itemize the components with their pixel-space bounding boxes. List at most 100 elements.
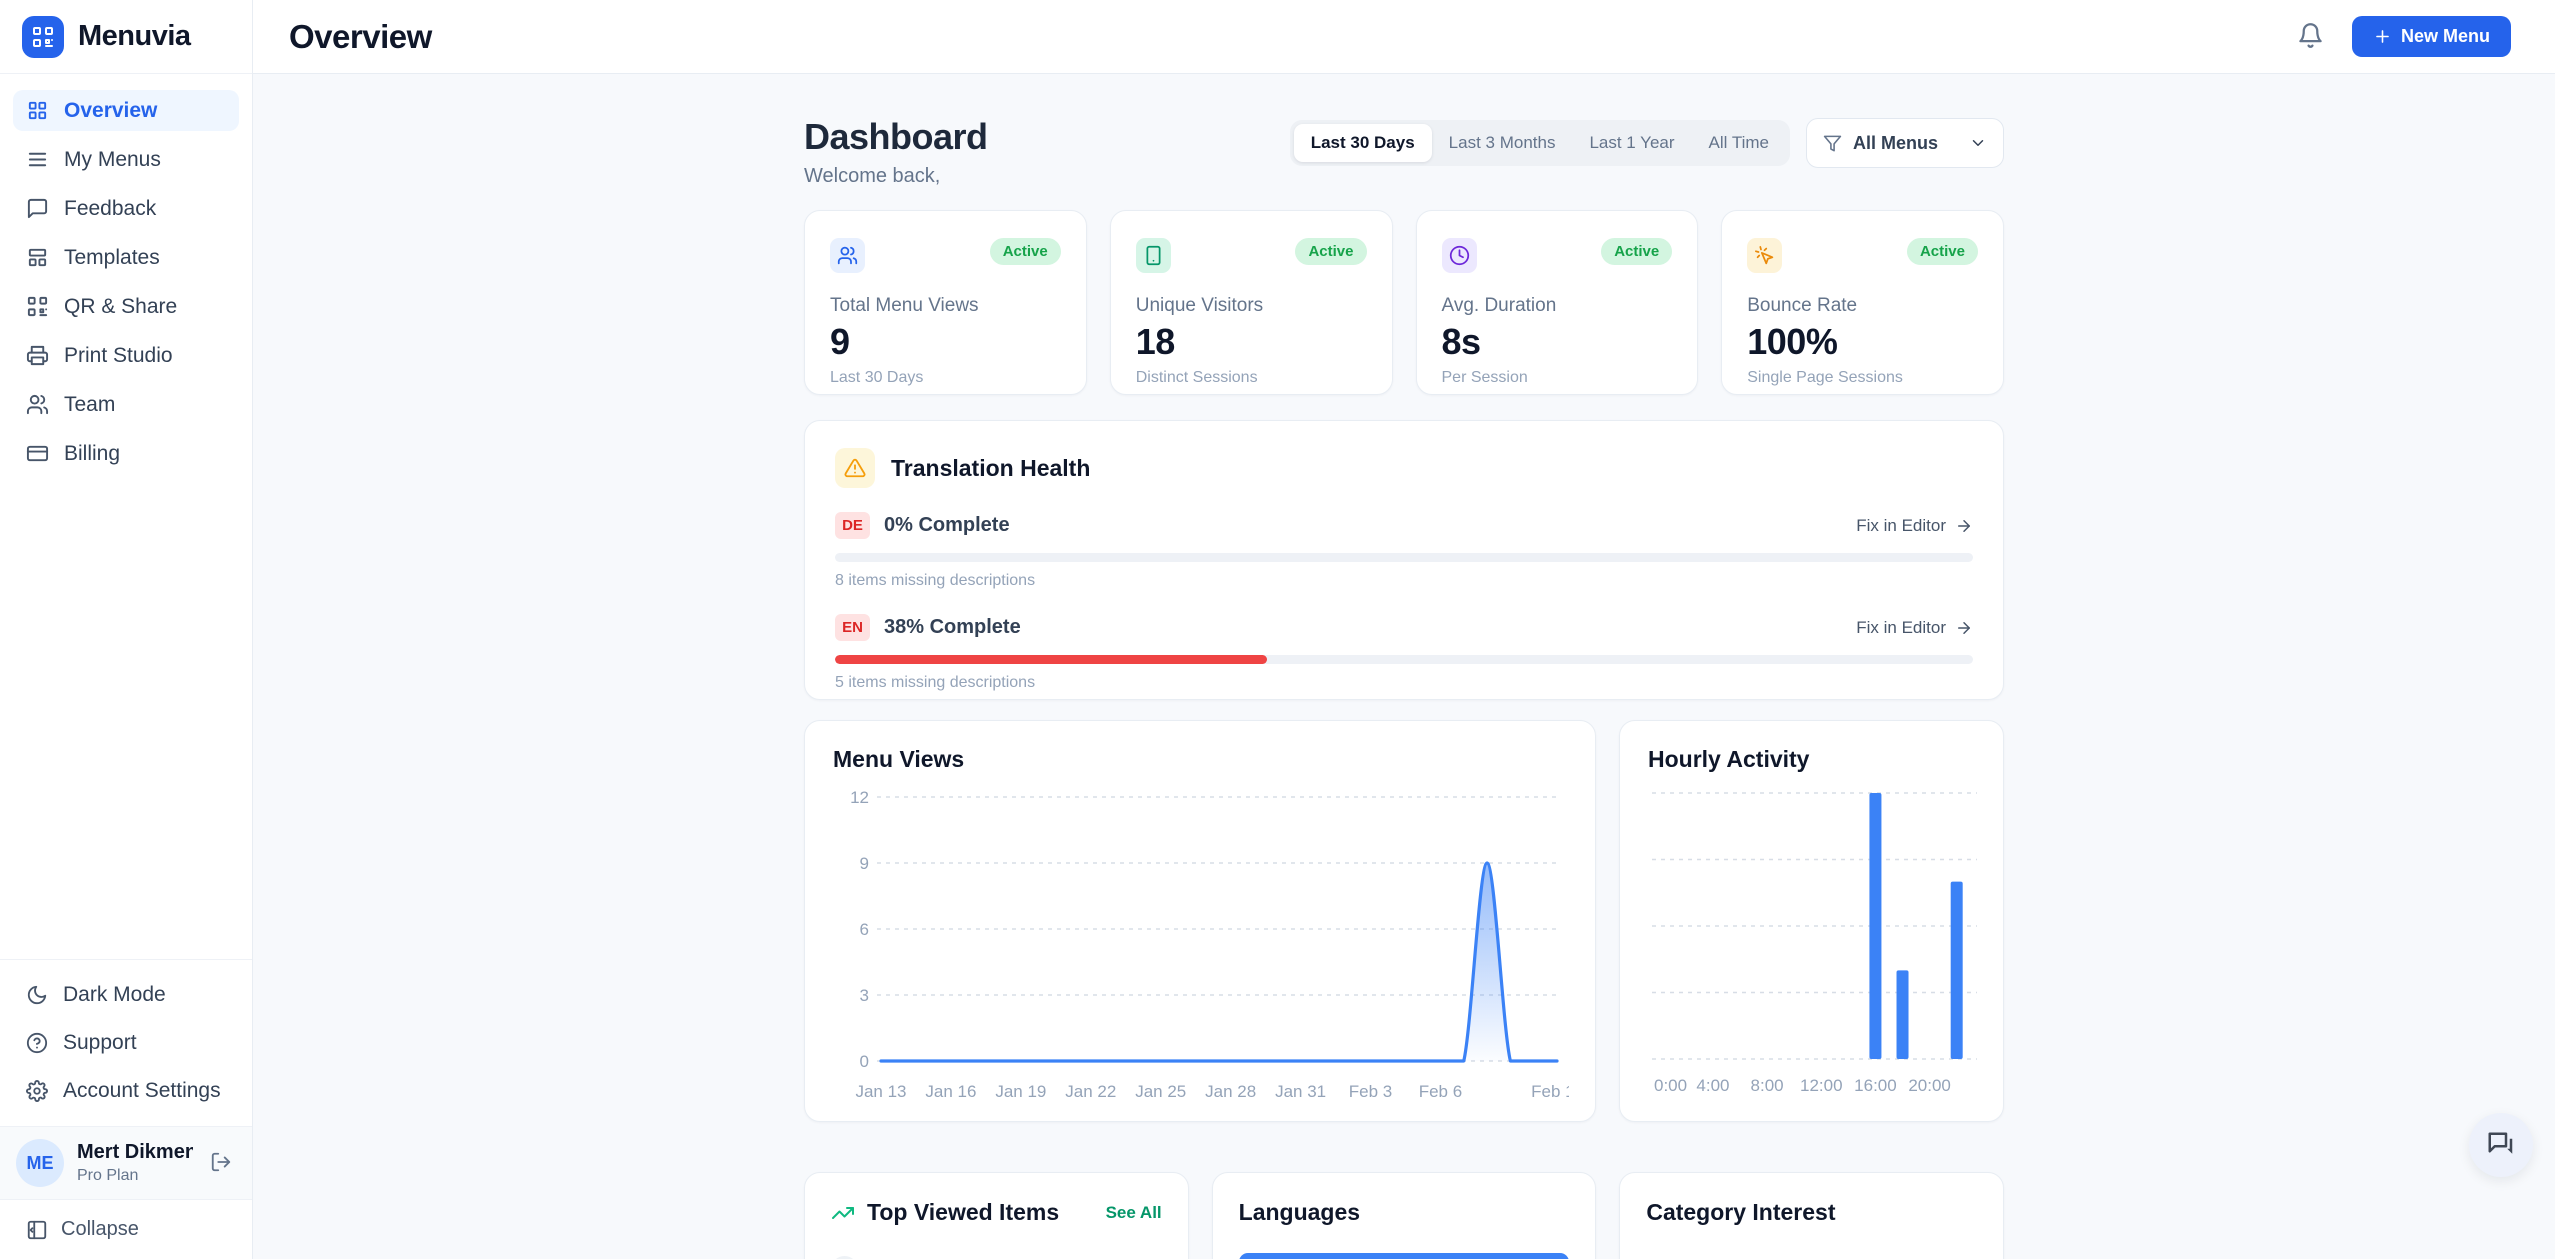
logout-icon <box>210 1151 232 1173</box>
svg-text:3: 3 <box>860 986 869 1005</box>
sidebar-item-overview[interactable]: Overview <box>13 90 239 131</box>
status-badge: Active <box>1907 238 1978 265</box>
credit-card-icon <box>26 442 49 465</box>
qr-logo-icon <box>31 25 55 49</box>
new-menu-label: New Menu <box>2401 26 2490 47</box>
collapse-sidebar-button[interactable]: Collapse <box>0 1200 252 1259</box>
page-title: Dashboard <box>804 116 988 158</box>
printer-icon <box>26 344 49 367</box>
dashboard-head: Dashboard Welcome back, Last 30 Days Las… <box>804 116 2004 188</box>
fix-link-label: Fix in Editor <box>1856 618 1946 638</box>
topbar-actions: New Menu <box>2297 16 2511 57</box>
bottom-row: Top Viewed Items See All 1 Latte 5 views… <box>804 1172 2004 1259</box>
stat-label: Bounce Rate <box>1747 295 1978 317</box>
sidebar-item-print-studio[interactable]: Print Studio <box>13 335 239 376</box>
brand-header: Menuvia <box>0 0 252 74</box>
sidebar-item-templates[interactable]: Templates <box>13 237 239 278</box>
filter-last-1-year[interactable]: Last 1 Year <box>1572 124 1691 162</box>
sidebar-item-label: Templates <box>64 246 160 270</box>
top-viewed-items-card: Top Viewed Items See All 1 Latte 5 views <box>804 1172 1189 1259</box>
chat-bubble-icon <box>26 197 49 220</box>
plus-icon <box>2373 27 2392 46</box>
users-icon <box>830 238 865 273</box>
svg-text:0:00: 0:00 <box>1654 1076 1687 1095</box>
stat-card-avg-duration: Active Avg. Duration 8s Per Session <box>1416 210 1699 395</box>
menu-list-icon <box>26 148 49 171</box>
menu-views-chart: 036912Jan 13Jan 16Jan 19Jan 22Jan 25Jan … <box>833 781 1569 1113</box>
stat-value: 18 <box>1136 321 1367 363</box>
filter-funnel-icon <box>1823 134 1842 153</box>
sidebar-item-my-menus[interactable]: My Menus <box>13 139 239 180</box>
arrow-right-icon <box>1955 517 1973 535</box>
help-circle-icon <box>26 1032 48 1054</box>
filter-all-time[interactable]: All Time <box>1692 124 1786 162</box>
see-all-link[interactable]: See All <box>1106 1203 1162 1223</box>
fix-in-editor-link[interactable]: Fix in Editor <box>1856 516 1973 536</box>
svg-text:4:00: 4:00 <box>1696 1076 1729 1095</box>
sidebar-utilities: Dark Mode Support Account Settings <box>0 959 252 1126</box>
fix-link-label: Fix in Editor <box>1856 516 1946 536</box>
menu-filter-select[interactable]: All Menus <box>1806 118 2004 168</box>
language-bar-de: DE 3 <box>1239 1253 1570 1259</box>
status-badge: Active <box>1295 238 1366 265</box>
stat-value: 9 <box>830 321 1061 363</box>
sidebar-item-label: Print Studio <box>64 344 173 368</box>
sidebar-item-team[interactable]: Team <box>13 384 239 425</box>
sidebar-item-billing[interactable]: Billing <box>13 433 239 474</box>
time-range-segmented-control: Last 30 Days Last 3 Months Last 1 Year A… <box>1290 120 1790 166</box>
progress-bar-de <box>835 553 1973 562</box>
account-settings-link[interactable]: Account Settings <box>13 1070 239 1112</box>
brand-name: Menuvia <box>78 20 191 53</box>
fix-in-editor-link[interactable]: Fix in Editor <box>1856 618 1973 638</box>
translation-note: 5 items missing descriptions <box>835 674 1973 692</box>
languages-card: Languages DE 3 <box>1212 1172 1597 1259</box>
stat-label: Unique Visitors <box>1136 295 1367 317</box>
new-menu-button[interactable]: New Menu <box>2352 16 2511 57</box>
warning-icon <box>835 448 875 488</box>
smartphone-icon <box>1136 238 1171 273</box>
translation-status: 0% Complete <box>884 514 1010 537</box>
svg-text:20:00: 20:00 <box>1908 1076 1951 1095</box>
sidebar-item-qr-share[interactable]: QR & Share <box>13 286 239 327</box>
svg-text:6: 6 <box>860 920 869 939</box>
filter-last-3-months[interactable]: Last 3 Months <box>1432 124 1573 162</box>
user-plan: Pro Plan <box>77 1167 193 1185</box>
svg-text:12:00: 12:00 <box>1800 1076 1843 1095</box>
languages-title: Languages <box>1239 1199 1360 1226</box>
dashboard-controls: Last 30 Days Last 3 Months Last 1 Year A… <box>1290 118 2004 168</box>
panel-collapse-icon <box>26 1219 48 1241</box>
svg-text:9: 9 <box>860 854 869 873</box>
arrow-right-icon <box>1955 619 1973 637</box>
progress-fill <box>835 655 1267 664</box>
main-area: Overview New Menu Dashboard Welcome back… <box>253 0 2555 1259</box>
sidebar-item-feedback[interactable]: Feedback <box>13 188 239 229</box>
chat-double-icon <box>2486 1130 2516 1160</box>
svg-text:Feb 6: Feb 6 <box>1419 1082 1462 1101</box>
template-icon <box>26 246 49 269</box>
sidebar-item-label: Billing <box>64 442 120 466</box>
svg-text:Jan 31: Jan 31 <box>1275 1082 1326 1101</box>
charts-row: Menu Views 036912Jan 13Jan 16Jan 19Jan 2… <box>804 720 2004 1122</box>
content-scroll-area[interactable]: Dashboard Welcome back, Last 30 Days Las… <box>253 74 2555 1259</box>
stat-card-unique-visitors: Active Unique Visitors 18 Distinct Sessi… <box>1110 210 1393 395</box>
logout-button[interactable] <box>206 1147 236 1180</box>
sidebar-item-label: Team <box>64 393 115 417</box>
sidebar-item-label: Overview <box>64 99 157 123</box>
translation-health-card: Translation Health DE 0% Complete Fix in… <box>804 420 2004 700</box>
stat-sublabel: Last 30 Days <box>830 369 1061 387</box>
translation-note: 8 items missing descriptions <box>835 572 1973 590</box>
chat-fab-button[interactable] <box>2469 1113 2533 1177</box>
category-interest-title: Category Interest <box>1646 1199 1835 1226</box>
notifications-button[interactable] <box>2297 22 2324 52</box>
dashboard-icon <box>26 99 49 122</box>
stat-label: Total Menu Views <box>830 295 1061 317</box>
user-profile-section[interactable]: ME Mert Dikmen ... Pro Plan <box>0 1126 252 1200</box>
filter-last-30-days[interactable]: Last 30 Days <box>1294 124 1432 162</box>
users-icon <box>26 393 49 416</box>
stat-card-total-menu-views: Active Total Menu Views 9 Last 30 Days <box>804 210 1087 395</box>
translation-row-en: EN 38% Complete Fix in Editor 5 items mi… <box>835 614 1973 692</box>
svg-text:Jan 13: Jan 13 <box>855 1082 906 1101</box>
dark-mode-toggle[interactable]: Dark Mode <box>13 974 239 1016</box>
support-link[interactable]: Support <box>13 1022 239 1064</box>
translation-row-de: DE 0% Complete Fix in Editor 8 items mis… <box>835 512 1973 590</box>
